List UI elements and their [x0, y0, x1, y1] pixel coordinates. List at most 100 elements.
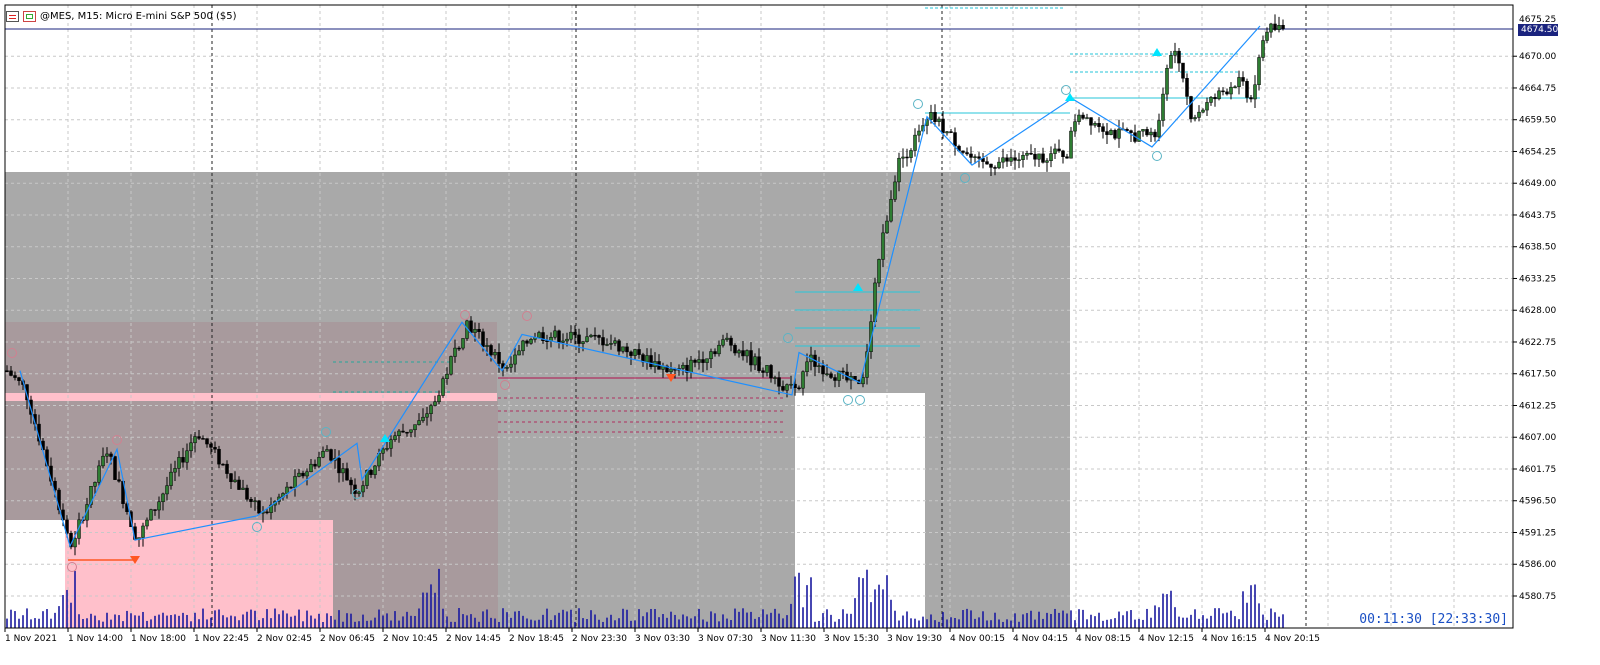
- candle-body: [297, 472, 301, 477]
- candle-body: [1225, 91, 1229, 95]
- volume-bar: [398, 620, 400, 628]
- volume-bar: [1006, 619, 1008, 628]
- volume-bar: [1014, 613, 1016, 628]
- volume-bar: [558, 612, 560, 628]
- volume-bar: [354, 621, 356, 628]
- candle-body: [973, 156, 977, 158]
- volume-bar: [1266, 619, 1268, 628]
- volume-bar: [606, 617, 608, 628]
- price-label: 4617.50: [1519, 370, 1556, 380]
- candle-body: [961, 150, 965, 153]
- volume-bar: [206, 619, 208, 628]
- volume-bar: [674, 614, 676, 628]
- indicator-icon[interactable]: [23, 10, 36, 22]
- candle-body: [93, 482, 97, 487]
- volume-bar: [1270, 608, 1272, 628]
- volume-bar: [562, 609, 564, 628]
- chart-window[interactable]: 4670.00 4664.75 4659.50 4654.25 4649.00 4643.…: [0, 0, 1600, 665]
- candle-body: [705, 358, 709, 363]
- volume-bar: [150, 619, 152, 628]
- candle-body: [489, 345, 493, 356]
- candle-body: [817, 365, 821, 367]
- candle-body: [825, 373, 829, 376]
- volume-bar: [902, 615, 904, 628]
- volume-bar: [738, 611, 740, 628]
- time-axis[interactable]: 1 Nov 2021 1 Nov 14:00 1 Nov 18:00 1 Nov 22…: [4, 628, 1320, 644]
- candle-body: [473, 329, 477, 333]
- volume-bar: [322, 621, 324, 628]
- candle-body: [317, 456, 321, 467]
- volume-bar: [682, 614, 684, 628]
- price-label: 4643.75: [1519, 211, 1556, 221]
- volume-bar: [1038, 611, 1040, 628]
- price-chart[interactable]: 4670.00 4664.75 4659.50 4654.25 4649.00 4643.…: [0, 0, 1600, 665]
- volume-bar: [94, 615, 96, 628]
- volume-bar: [382, 615, 384, 628]
- time-label: 3 Nov 15:30: [824, 634, 879, 644]
- candle-body: [1177, 50, 1181, 64]
- candle-body: [1125, 129, 1129, 131]
- volume-bar: [430, 584, 432, 628]
- candle-body: [145, 519, 149, 527]
- volume-bar: [874, 589, 876, 628]
- candle-body: [589, 334, 593, 337]
- volume-bar: [242, 614, 244, 628]
- volume-bar: [942, 612, 944, 628]
- time-label: 2 Nov 10:45: [383, 634, 438, 644]
- volume-bar: [1202, 615, 1204, 628]
- volume-bar: [610, 614, 612, 628]
- candle-body: [341, 468, 345, 474]
- volume-bar: [478, 621, 480, 628]
- volume-bar: [1150, 617, 1152, 628]
- price-label: 4638.50: [1519, 243, 1556, 253]
- volume-bar: [602, 621, 604, 628]
- candle-body: [1189, 96, 1193, 120]
- volume-bar: [570, 609, 572, 628]
- candle-body: [889, 199, 893, 222]
- candle-body: [161, 493, 165, 503]
- candle-body: [1265, 31, 1269, 41]
- volume-bar: [702, 619, 704, 628]
- candle-body: [1245, 81, 1249, 98]
- volume-bar: [230, 615, 232, 628]
- volume-bar: [346, 613, 348, 628]
- volume-bar: [90, 613, 92, 628]
- volume-bar: [742, 608, 744, 628]
- price-axis[interactable]: 4670.00 4664.75 4659.50 4654.25 4649.00 4643.…: [1513, 15, 1556, 602]
- volume-bar: [518, 610, 520, 628]
- candle-body: [449, 356, 453, 375]
- candle-body: [737, 350, 741, 354]
- candle-body: [529, 339, 533, 344]
- time-label: 3 Nov 07:30: [698, 634, 753, 644]
- volume-bar: [1194, 609, 1196, 628]
- candle-body: [469, 320, 473, 333]
- candle-body: [625, 346, 629, 353]
- candle-body: [381, 448, 385, 454]
- candle-body: [325, 449, 329, 452]
- price-label: 4596.50: [1519, 497, 1556, 507]
- volume-bar: [770, 612, 772, 628]
- volume-bar: [862, 578, 864, 628]
- volume-bar: [1258, 603, 1260, 628]
- volume-bar: [986, 620, 988, 628]
- volume-bar: [306, 610, 308, 628]
- candle-body: [861, 377, 865, 385]
- volume-bar: [1086, 619, 1088, 628]
- candle-body: [105, 453, 109, 457]
- candle-body: [605, 344, 609, 346]
- time-label: 4 Nov 08:15: [1076, 634, 1131, 644]
- volume-bar: [894, 610, 896, 628]
- candle-body: [769, 365, 773, 379]
- candle-body: [573, 331, 577, 336]
- chart-window-icon[interactable]: [6, 10, 19, 22]
- volume-bar: [110, 619, 112, 628]
- volume-bar: [350, 613, 352, 628]
- volume-bar: [754, 618, 756, 628]
- volume-bar: [1142, 619, 1144, 628]
- volume-bar: [662, 614, 664, 628]
- pink-band: [5, 393, 497, 401]
- volume-bar: [278, 614, 280, 628]
- candle-body: [1029, 152, 1033, 155]
- candle-body: [597, 335, 601, 338]
- volume-bar: [1126, 611, 1128, 628]
